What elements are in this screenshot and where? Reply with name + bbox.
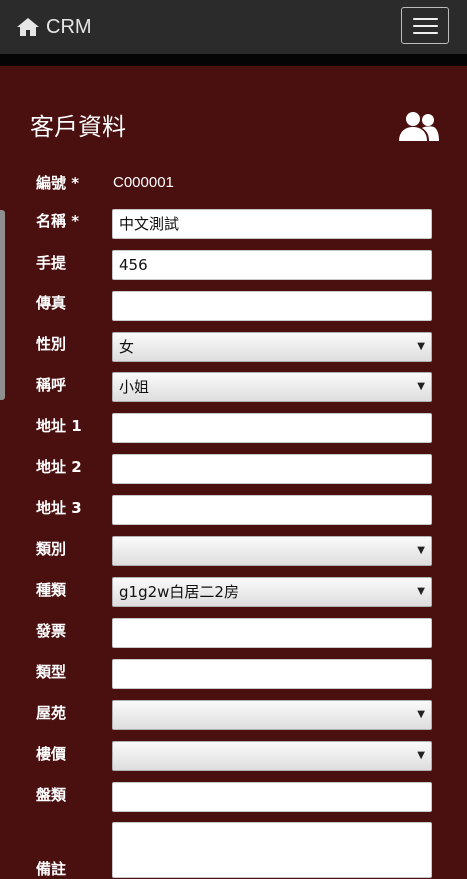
estate-select[interactable]: ▼ [112,700,432,730]
mobile-label: 手提 [36,254,67,272]
hamburger-menu-icon-bar [413,25,438,27]
dropdown-arrow-icon: ▼ [417,341,425,352]
invoice-label: 發票 [36,622,67,640]
menu-toggle-button[interactable] [401,7,449,44]
id-label: 編號 * [36,174,80,192]
price-label: 樓價 [36,745,67,763]
dropdown-arrow-icon: ▼ [417,545,425,556]
layout-input[interactable] [112,782,432,812]
address2-label: 地址 2 [36,458,82,476]
remarks-textarea[interactable] [112,822,432,878]
category-label: 類別 [36,540,67,558]
estate-label: 屋苑 [36,704,67,722]
kind-select-value: g1g2w白居二2房 [119,583,239,601]
fax-label: 傳真 [36,294,67,312]
hamburger-menu-icon [413,18,438,20]
type-input[interactable] [112,659,432,689]
remarks-label: 備註 [36,860,67,878]
dropdown-arrow-icon: ▼ [417,750,425,761]
page-title: 客戶資料 [30,113,126,141]
hamburger-menu-icon-bar [413,32,438,34]
gender-select-value: 女 [119,338,135,356]
name-label: 名稱 * [36,212,80,230]
invoice-input[interactable] [112,618,432,648]
gender-label: 性別 [36,335,67,353]
brand-link[interactable]: CRM [16,12,92,42]
dropdown-arrow-icon: ▼ [417,709,425,720]
salutation-select[interactable]: 小姐 ▼ [112,372,432,402]
address3-input[interactable] [112,495,432,525]
navbar-shadow-bar [0,54,467,66]
category-select[interactable]: ▼ [112,536,432,566]
address1-input[interactable] [112,413,432,443]
kind-label: 種類 [36,581,67,599]
name-input[interactable]: 中文測試 [112,209,432,239]
price-select[interactable]: ▼ [112,741,432,771]
top-navbar: CRM [0,0,467,54]
address1-label: 地址 1 [36,417,82,435]
fax-input[interactable] [112,291,432,321]
address3-label: 地址 3 [36,499,82,517]
layout-label: 盤類 [36,786,67,804]
salutation-label: 稱呼 [36,376,67,394]
brand-text: CRM [46,15,92,38]
dropdown-arrow-icon: ▼ [417,381,425,392]
address2-input[interactable] [112,454,432,484]
dropdown-arrow-icon: ▼ [417,586,425,597]
id-value: C000001 [113,174,174,191]
side-drawer-handle[interactable] [0,210,5,400]
users-icon [399,112,439,141]
salutation-select-value: 小姐 [119,378,150,396]
gender-select[interactable]: 女 ▼ [112,332,432,362]
type-label: 類型 [36,663,67,681]
mobile-input[interactable]: 456 [112,250,432,280]
kind-select[interactable]: g1g2w白居二2房 ▼ [112,577,432,607]
home-icon [17,18,39,36]
